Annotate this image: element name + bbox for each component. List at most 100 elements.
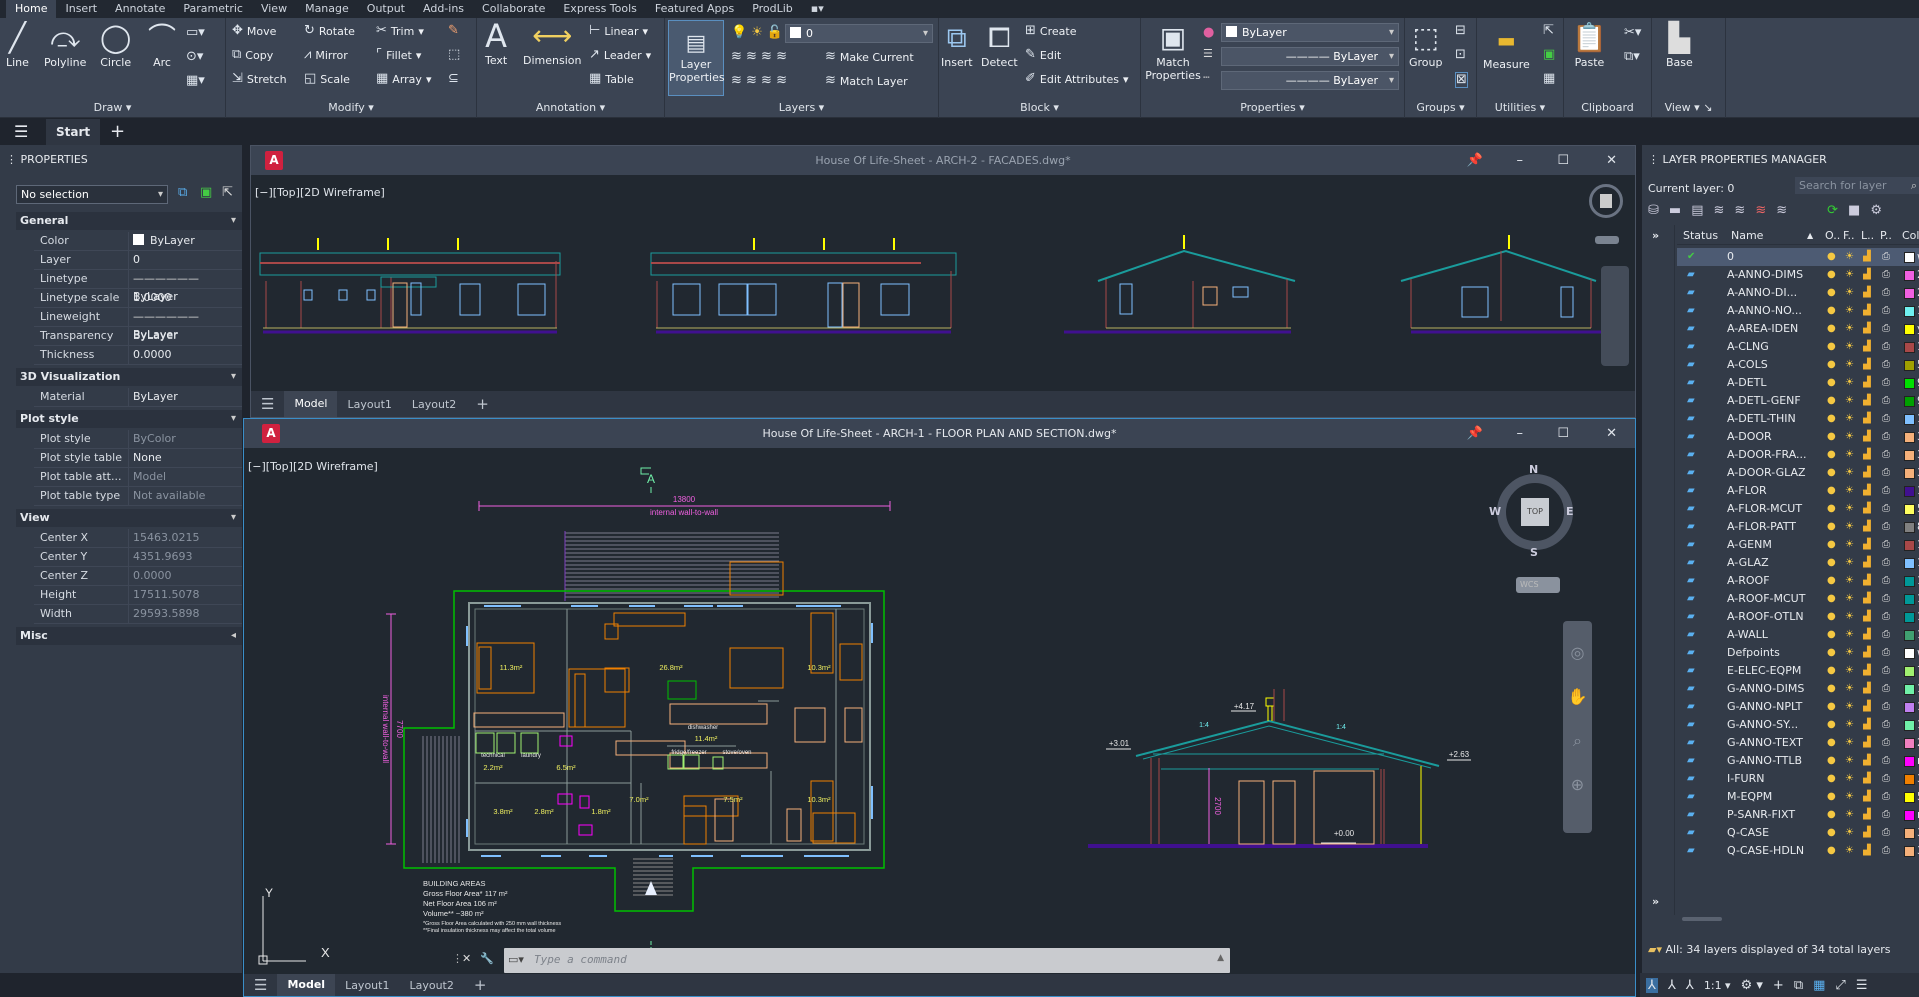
layer-plot-printer-icon[interactable]: ⎙ <box>1882 518 1890 536</box>
layer-thaw-sun-icon[interactable]: ☀ <box>1845 248 1854 266</box>
linear-button[interactable]: ⊢ Linear ▾ <box>589 24 648 38</box>
layer-row[interactable]: ▰A-DOOR-FRA...●☀▟⎙3 <box>1677 446 1919 464</box>
layer-thaw-sun-icon[interactable]: ☀ <box>1845 284 1854 302</box>
annotation-scale-icon[interactable]: ⅄ <box>1686 978 1694 993</box>
layer-thaw-sun-icon[interactable]: ☀ <box>1845 320 1854 338</box>
property-row[interactable]: Linetype scale 1.0000 <box>34 289 242 308</box>
layer-color-swatch[interactable] <box>1904 738 1915 749</box>
layer-color-swatch[interactable] <box>1904 360 1915 371</box>
hatch-button[interactable]: ▦▾ <box>186 74 205 88</box>
layer-unlock-icon[interactable]: ▟ <box>1863 374 1871 392</box>
ribbon-tab-home[interactable]: Home <box>6 0 57 18</box>
layer-on-lightbulb-icon[interactable]: ● <box>1827 284 1836 302</box>
workspace-gear-icon[interactable]: ⚙ ▾ <box>1741 978 1763 993</box>
layer-unlock-icon[interactable]: ▟ <box>1863 734 1871 752</box>
layer-on-lightbulb-icon[interactable]: ● <box>1827 806 1836 824</box>
layer-row[interactable]: ▰A-GLAZ●☀▟⎙1 <box>1677 554 1919 572</box>
layer-plot-printer-icon[interactable]: ⎙ <box>1882 338 1890 356</box>
text-button[interactable]: A Text <box>485 20 507 67</box>
layer-on-lightbulb-icon[interactable]: ● <box>1827 482 1836 500</box>
settings-gear-icon[interactable]: ⚙ <box>1870 203 1882 218</box>
layer-unlock-icon[interactable]: ▟ <box>1863 842 1871 860</box>
layer-color-swatch[interactable] <box>1904 828 1915 839</box>
property-row[interactable]: Plot table att... Model <box>34 468 242 487</box>
layer-unlock-icon[interactable]: ▟ <box>1863 680 1871 698</box>
layer-row[interactable]: ▰A-AREA-IDEN●☀▟⎙ye <box>1677 320 1919 338</box>
rotate-button[interactable]: ↻ Rotate <box>304 24 355 38</box>
line-button[interactable]: ╱ Line <box>6 22 29 70</box>
layer-thaw-sun-icon[interactable]: ☀ <box>1845 806 1854 824</box>
lineweight-dropdown[interactable]: ———— ByLayer <box>1221 47 1399 66</box>
pin-icon[interactable]: 📌 <box>1467 146 1483 175</box>
layer-color-swatch[interactable] <box>1904 540 1915 551</box>
make-current-button[interactable]: ≋ Make Current <box>825 50 914 64</box>
layer-plot-printer-icon[interactable]: ⎙ <box>1882 626 1890 644</box>
layer-unlock-icon[interactable]: ▟ <box>1863 500 1871 518</box>
layer-row[interactable]: ▰I-FURN●☀▟⎙3 <box>1677 770 1919 788</box>
layer-unlock-icon[interactable]: ▟ <box>1863 428 1871 446</box>
layer-plot-printer-icon[interactable]: ⎙ <box>1882 428 1890 446</box>
layer-on-lightbulb-icon[interactable]: ● <box>1827 842 1836 860</box>
measure-button[interactable]: ▬ Measure <box>1483 24 1530 71</box>
layer-plot-printer-icon[interactable]: ⎙ <box>1882 734 1890 752</box>
col-freeze[interactable]: F.. <box>1843 227 1855 245</box>
polyline-button[interactable]: ⤼ Polyline <box>44 22 86 70</box>
property-row[interactable]: Height 17511.5078 <box>34 586 242 605</box>
layer-on-lightbulb-icon[interactable]: ● <box>1827 302 1836 320</box>
property-row[interactable]: Transparency ByLayer <box>34 327 242 346</box>
pin-icon[interactable]: 📌 <box>1467 419 1483 448</box>
layer-unlock-icon[interactable]: ▟ <box>1863 590 1871 608</box>
edit-attributes-button[interactable]: ✐ Edit Attributes ▾ <box>1025 72 1129 86</box>
layer-properties-button[interactable]: ▤ Layer Properties <box>668 20 725 96</box>
layer-row[interactable]: ▰A-ANNO-DI...●☀▟⎙2 <box>1677 284 1919 302</box>
view-group-title[interactable]: View ▾ ↘ <box>1652 101 1725 114</box>
layer-unlock-icon[interactable]: ▟ <box>1863 572 1871 590</box>
layer-row[interactable]: ▰Defpoints●☀▟⎙w <box>1677 644 1919 662</box>
refresh-icon[interactable]: ⟳ <box>1827 203 1838 218</box>
move-button[interactable]: ✥ Move <box>232 24 276 38</box>
compass-east[interactable]: E <box>1566 505 1574 518</box>
expand-filters-icon[interactable]: » <box>1652 229 1659 242</box>
layer-plot-printer-icon[interactable]: ⎙ <box>1882 680 1890 698</box>
layer-on-lightbulb-icon[interactable]: ● <box>1827 320 1836 338</box>
rectangle-button[interactable]: ▭▾ <box>186 26 205 40</box>
layer-plot-printer-icon[interactable]: ⎙ <box>1882 788 1890 806</box>
layer-color-swatch[interactable] <box>1904 378 1915 389</box>
layer-color-swatch[interactable] <box>1904 324 1915 335</box>
layer-unlock-icon[interactable]: ▟ <box>1863 662 1871 680</box>
property-row[interactable]: Color ByLayer <box>34 232 242 251</box>
layer-on-lightbulb-icon[interactable]: ● <box>1827 752 1836 770</box>
new-layer-vp-frozen-icon[interactable]: ≋ <box>1734 203 1745 218</box>
new-group-filter-icon[interactable]: ▬ <box>1669 203 1681 218</box>
layer-row[interactable]: ✔0●☀▟⎙w <box>1677 248 1919 266</box>
group-select-icon[interactable]: ⊠ <box>1455 72 1468 88</box>
quick-select-icon[interactable]: ⇱ <box>1543 24 1554 38</box>
offset-button[interactable]: ⊆ <box>448 72 459 86</box>
collapse-icon[interactable]: ▾ <box>231 410 236 428</box>
layer-unlock-icon[interactable]: ▟ <box>1863 482 1871 500</box>
property-row[interactable]: Layer 0 <box>34 251 242 270</box>
ribbon-tab-view[interactable]: View <box>252 0 296 18</box>
layer-thaw-sun-icon[interactable]: ☀ <box>1845 608 1854 626</box>
ellipse-button[interactable]: ⊙▾ <box>186 50 203 64</box>
section-general[interactable]: General ▾ <box>16 212 242 230</box>
paste-button[interactable]: 📋 Paste <box>1572 22 1607 70</box>
property-row[interactable]: Center Y 4351.9693 <box>34 548 242 567</box>
layer-row[interactable]: ▰A-ROOF●☀▟⎙1 <box>1677 572 1919 590</box>
layer-unlock-icon[interactable]: ▟ <box>1863 770 1871 788</box>
tab-layout1[interactable]: Layout1 <box>335 979 399 992</box>
layer-thaw-sun-icon[interactable]: ☀ <box>1845 590 1854 608</box>
property-row[interactable]: Material ByLayer <box>34 388 242 407</box>
layer-on-lightbulb-icon[interactable]: ● <box>1827 464 1836 482</box>
layer-on-lightbulb-icon[interactable]: ● <box>1827 428 1836 446</box>
layer-on-lightbulb-icon[interactable]: ● <box>1827 608 1836 626</box>
layer-row[interactable]: ▰A-ROOF-MCUT●☀▟⎙1 <box>1677 590 1919 608</box>
layer-thaw-sun-icon[interactable]: ☀ <box>1845 356 1854 374</box>
array-button[interactable]: ▦ Array ▾ <box>376 72 431 86</box>
layer-color-swatch[interactable] <box>1904 756 1915 767</box>
layer-unlock-icon[interactable]: ▟ <box>1863 824 1871 842</box>
ribbon-tab-express-tools[interactable]: Express Tools <box>554 0 646 18</box>
quick-select-icon[interactable]: ⇱ <box>222 185 233 200</box>
layer-unlock-icon[interactable]: ▟ <box>1863 410 1871 428</box>
layer-unlock-icon[interactable]: ▟ <box>1863 716 1871 734</box>
